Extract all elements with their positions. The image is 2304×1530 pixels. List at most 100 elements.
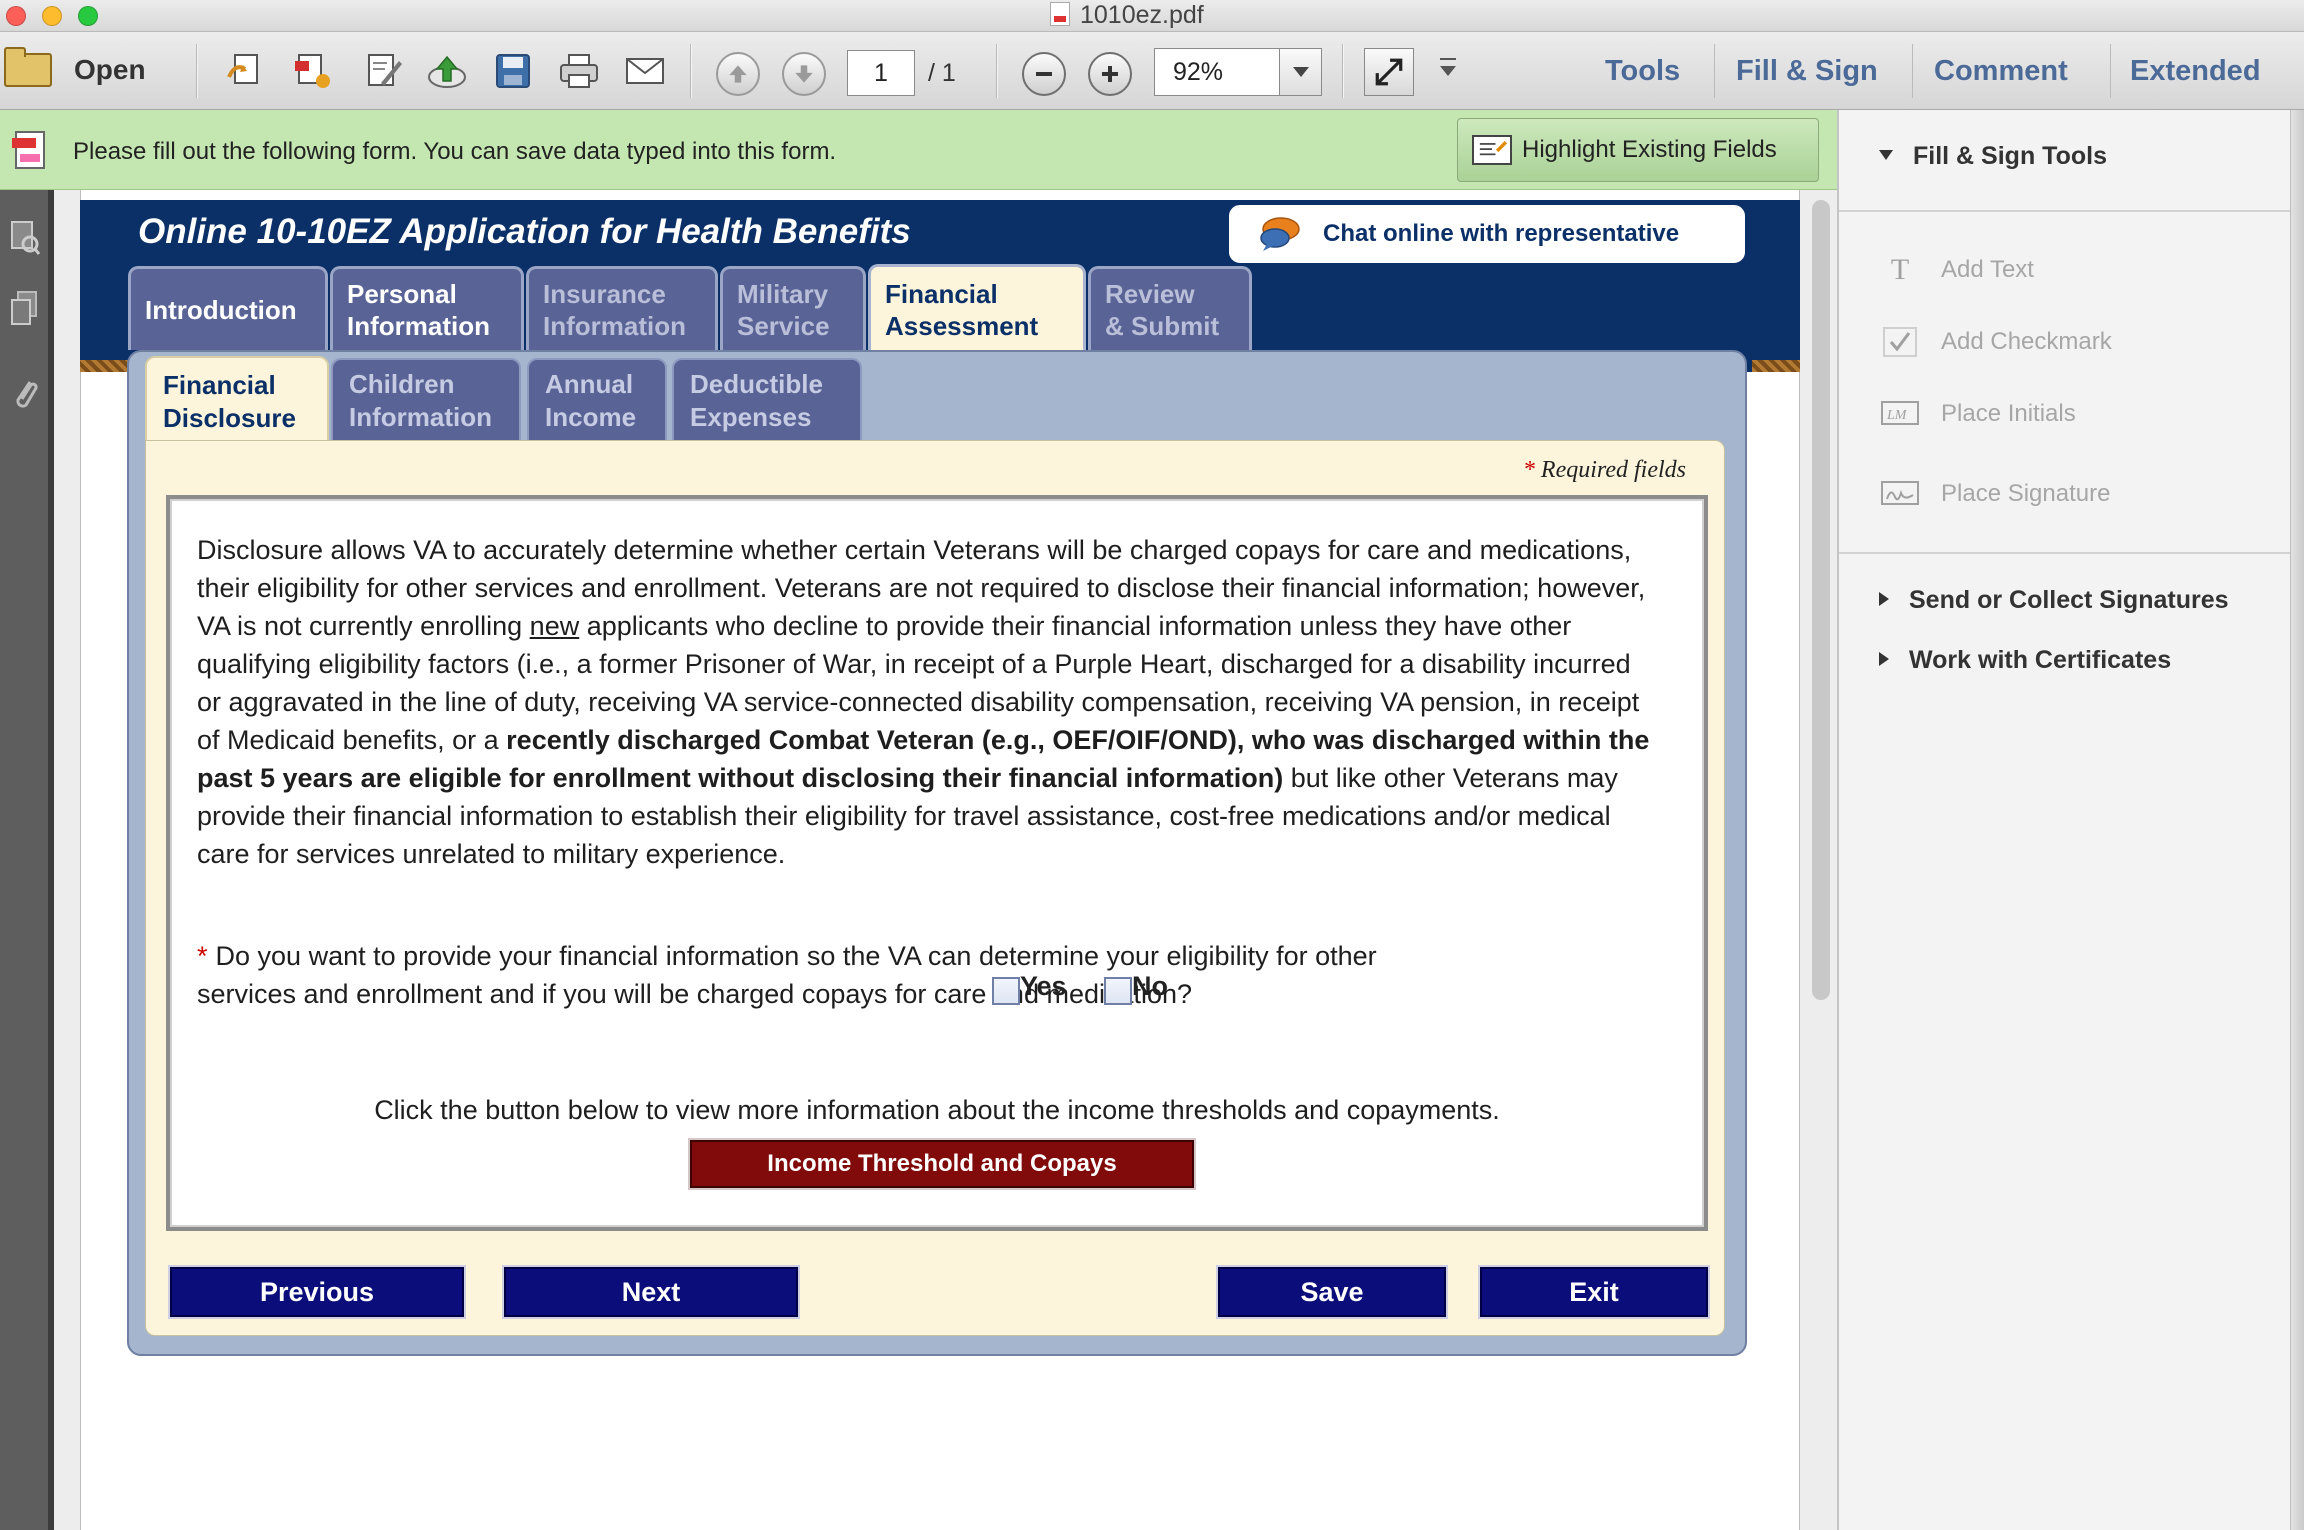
print-icon[interactable] bbox=[556, 50, 602, 92]
tab-introduction[interactable]: Introduction bbox=[128, 266, 328, 350]
subtab-financial-disclosure[interactable]: Financial Disclosure bbox=[145, 356, 329, 446]
attachments-icon[interactable] bbox=[10, 374, 40, 414]
left-navigation-pane bbox=[0, 190, 54, 1530]
window-titlebar: 1010ez.pdf bbox=[0, 0, 2304, 32]
tab-personal-information[interactable]: Personal Information bbox=[330, 266, 524, 350]
main-toolbar: Open 1 / 1 92% Tools Fill & Sign Comment… bbox=[0, 32, 2304, 110]
disclosure-box: Disclosure allows VA to accurately deter… bbox=[166, 495, 1708, 1231]
zoom-in-icon[interactable] bbox=[1088, 52, 1132, 96]
section-title: Fill & Sign Tools bbox=[1913, 142, 2107, 170]
form-info-message: Please fill out the following form. You … bbox=[73, 138, 837, 165]
yes-checkbox[interactable] bbox=[992, 977, 1020, 1005]
minimize-window-button[interactable] bbox=[42, 6, 62, 26]
tab-insurance-information[interactable]: Insurance Information bbox=[526, 266, 718, 350]
document-scrollbar[interactable] bbox=[1812, 200, 1830, 1000]
no-checkbox[interactable] bbox=[1104, 977, 1132, 1005]
toolbar-divider bbox=[690, 44, 692, 98]
menu-divider bbox=[1714, 44, 1715, 98]
form-title: Online 10-10EZ Application for Health Be… bbox=[138, 212, 911, 251]
folder-icon bbox=[4, 47, 52, 87]
page-thumbnails-icon[interactable] bbox=[10, 218, 41, 258]
menu-divider bbox=[1912, 44, 1913, 98]
add-checkmark-tool[interactable]: Add Checkmark bbox=[1881, 322, 2112, 362]
tool-label: Place Initials bbox=[1941, 400, 2076, 427]
subtab-label: Disclosure bbox=[163, 403, 296, 433]
exit-button[interactable]: Exit bbox=[1480, 1267, 1708, 1317]
divider bbox=[1839, 210, 2304, 212]
email-icon[interactable] bbox=[622, 50, 668, 92]
page-number-input[interactable]: 1 bbox=[847, 50, 915, 96]
highlight-fields-button[interactable]: Highlight Existing Fields bbox=[1457, 118, 1819, 182]
open-button[interactable]: Open bbox=[4, 46, 146, 94]
pages-icon[interactable] bbox=[10, 290, 40, 330]
zoom-select[interactable]: 92% bbox=[1154, 48, 1322, 96]
maximize-window-button[interactable] bbox=[78, 6, 98, 26]
tool-label: Add Checkmark bbox=[1941, 328, 2112, 355]
subtab-label: Income bbox=[545, 402, 637, 432]
chat-bubble-icon bbox=[1257, 216, 1301, 252]
page-total: / 1 bbox=[928, 59, 956, 87]
close-window-button[interactable] bbox=[6, 6, 26, 26]
menu-extended[interactable]: Extended bbox=[2130, 46, 2261, 96]
income-info-text: Click the button below to view more info… bbox=[374, 1095, 1500, 1125]
initials-icon: LM bbox=[1881, 399, 1919, 429]
upload-cloud-icon[interactable] bbox=[424, 50, 470, 92]
chevron-right-icon bbox=[1879, 652, 1889, 666]
fill-sign-tools-header[interactable]: Fill & Sign Tools bbox=[1879, 142, 2107, 171]
toolbar-overflow-icon[interactable] bbox=[1440, 58, 1456, 76]
tab-label: & Submit bbox=[1105, 310, 1220, 341]
subtab-label: Children bbox=[349, 369, 455, 399]
toolbar-divider bbox=[996, 44, 998, 98]
text-icon: T bbox=[1890, 253, 1910, 286]
tab-review-submit[interactable]: Review & Submit bbox=[1088, 266, 1252, 350]
tab-label: Financial bbox=[885, 278, 998, 309]
income-threshold-button[interactable]: Income Threshold and Copays bbox=[690, 1140, 1194, 1188]
tab-label: Introduction bbox=[145, 294, 297, 325]
menu-fill-sign[interactable]: Fill & Sign bbox=[1736, 46, 1878, 96]
tab-financial-assessment[interactable]: Financial Assessment bbox=[868, 264, 1086, 352]
decorative-rope bbox=[1752, 360, 1800, 372]
disclosure-paragraph: Disclosure allows VA to accurately deter… bbox=[197, 531, 1657, 873]
menu-comment[interactable]: Comment bbox=[1934, 46, 2068, 96]
question-text: Do you want to provide your financial in… bbox=[197, 941, 1377, 1009]
chevron-down-icon bbox=[1879, 150, 1893, 160]
subtab-children-information[interactable]: Children Information bbox=[331, 358, 521, 442]
place-initials-tool[interactable]: LM Place Initials bbox=[1881, 394, 2076, 434]
full-screen-icon[interactable] bbox=[1364, 48, 1414, 96]
send-collect-signatures-section[interactable]: Send or Collect Signatures bbox=[1879, 586, 2229, 615]
save-disk-icon[interactable] bbox=[490, 50, 536, 92]
export-pdf-icon[interactable] bbox=[290, 50, 336, 92]
next-button[interactable]: Next bbox=[504, 1267, 798, 1317]
signature-icon bbox=[1881, 479, 1919, 509]
tool-label: Place Signature bbox=[1941, 480, 2111, 507]
open-button-label: Open bbox=[74, 54, 146, 85]
chat-representative-button[interactable]: Chat online with representative bbox=[1226, 202, 1748, 266]
chevron-down-icon[interactable] bbox=[1279, 49, 1321, 95]
required-fields-note: * Required fields bbox=[1523, 457, 1686, 484]
paragraph-underlined: new bbox=[529, 611, 580, 641]
checkmark-icon bbox=[1881, 327, 1919, 357]
place-signature-tool[interactable]: Place Signature bbox=[1881, 474, 2110, 514]
create-pdf-icon[interactable] bbox=[224, 50, 270, 92]
subtab-deductible-expenses[interactable]: Deductible Expenses bbox=[672, 358, 862, 442]
zoom-value: 92% bbox=[1173, 58, 1224, 86]
add-text-tool[interactable]: T Add Text bbox=[1881, 250, 2034, 290]
edit-document-icon[interactable] bbox=[360, 50, 406, 92]
highlight-fields-icon bbox=[1472, 135, 1512, 165]
divider bbox=[1839, 552, 2304, 554]
yes-label: Yes bbox=[1020, 971, 1067, 1001]
zoom-out-icon[interactable] bbox=[1022, 52, 1066, 96]
previous-button[interactable]: Previous bbox=[170, 1267, 464, 1317]
section-title: Work with Certificates bbox=[1909, 646, 2172, 674]
save-button[interactable]: Save bbox=[1218, 1267, 1446, 1317]
next-page-icon[interactable] bbox=[782, 52, 826, 96]
tab-label: Military bbox=[737, 278, 829, 309]
subtab-label: Information bbox=[349, 402, 492, 432]
tab-military-service[interactable]: Military Service bbox=[720, 266, 866, 350]
work-with-certificates-section[interactable]: Work with Certificates bbox=[1879, 646, 2171, 675]
previous-page-icon[interactable] bbox=[716, 52, 760, 96]
subtab-annual-income[interactable]: Annual Income bbox=[527, 358, 667, 442]
menu-tools[interactable]: Tools bbox=[1605, 46, 1680, 96]
required-star: * bbox=[1522, 457, 1535, 483]
form-fields-icon bbox=[10, 130, 50, 170]
